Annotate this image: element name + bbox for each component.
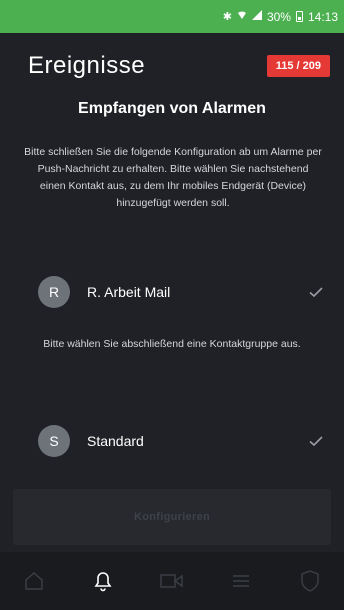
event-counter-badge[interactable]: 115 / 209: [266, 54, 330, 77]
contact-option[interactable]: R R. Arbeit Mail: [38, 275, 324, 309]
group-option[interactable]: S Standard: [38, 424, 324, 458]
header: Ereignisse 115 / 209: [0, 33, 344, 98]
menu-icon[interactable]: [221, 561, 261, 601]
page-title: Ereignisse: [28, 51, 146, 79]
bell-icon[interactable]: [83, 561, 123, 601]
wifi-icon: [237, 10, 247, 23]
battery-icon: [295, 11, 303, 22]
avatar: S: [38, 425, 70, 457]
bottom-nav: [0, 552, 344, 610]
group-name: Standard: [87, 433, 144, 449]
battery-percent: 30%: [266, 9, 291, 24]
signal-icon: [251, 10, 262, 23]
checkmark-icon: [308, 284, 324, 300]
avatar: R: [38, 276, 70, 308]
shield-icon[interactable]: [290, 561, 330, 601]
checkmark-icon: [308, 433, 324, 449]
section-title: Empfangen von Alarmen: [78, 100, 266, 117]
group-hint-text: Bitte wählen Sie abschließend eine Konta…: [43, 338, 301, 350]
video-icon[interactable]: [152, 561, 192, 601]
status-bar: ✱ 30% 14:13: [0, 0, 344, 33]
bluetooth-icon: ✱: [222, 11, 232, 23]
configure-button[interactable]: Konfigurieren: [13, 489, 331, 545]
status-time: 14:13: [307, 9, 338, 24]
intro-text: Bitte schließen Sie die folgende Konfigu…: [24, 146, 322, 209]
contact-name: R. Arbeit Mail: [87, 284, 171, 300]
home-icon[interactable]: [14, 561, 54, 601]
